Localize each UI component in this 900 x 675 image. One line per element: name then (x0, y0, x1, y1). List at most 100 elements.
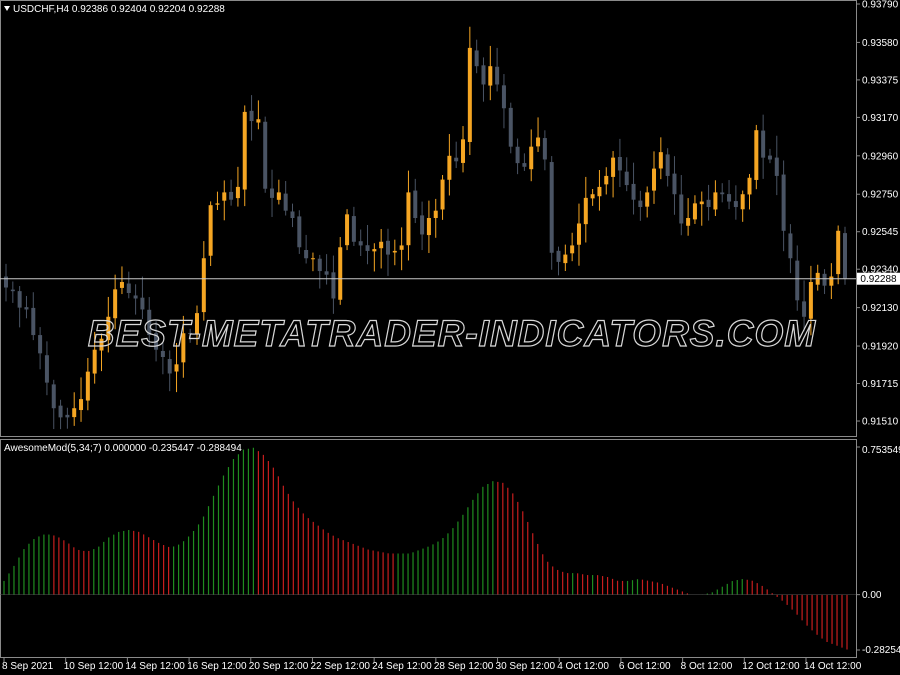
candle-body (822, 273, 827, 286)
candle-body (447, 155, 452, 180)
candle-body (426, 218, 431, 236)
candle-body (310, 258, 315, 260)
candle-body (406, 192, 411, 246)
candle-body (249, 110, 254, 122)
candle-body (474, 50, 479, 67)
candle-body (331, 272, 336, 299)
candle-body (624, 171, 629, 186)
candle-body (631, 183, 636, 200)
candle-body (611, 157, 616, 177)
time-tick-label: 6 Oct 12:00 (619, 661, 671, 672)
candle-body (788, 233, 793, 259)
candle-body (119, 282, 124, 288)
candle-body (563, 254, 568, 264)
price-tick-label: 0.93375 (862, 75, 899, 86)
candle-body (761, 130, 766, 158)
candle-body (604, 175, 609, 185)
candle-body (297, 216, 302, 248)
candle-body (17, 291, 22, 308)
time-tick-label: 4 Oct 12:00 (557, 661, 609, 672)
candle-body (495, 66, 500, 85)
indicator-panel-title: AwesomeMod(5,34;7) 0.000000 -0.235447 -0… (4, 443, 242, 454)
candle-body (795, 260, 800, 301)
candle-body (256, 119, 261, 123)
candle-body (542, 138, 547, 160)
time-tick-label: 14 Oct 12:00 (804, 661, 862, 672)
candle-body (4, 276, 8, 288)
time-tick-label: 28 Sep 12:00 (434, 661, 494, 672)
price-tick-label: 0.92545 (862, 227, 899, 238)
candle-body (72, 408, 77, 418)
candle-body (747, 177, 752, 195)
candle-body (665, 154, 670, 176)
candle-body (767, 155, 772, 160)
candle-body (235, 186, 240, 199)
candle-body (276, 192, 281, 200)
candle-body (10, 289, 15, 292)
time-tick-label: 8 Oct 12:00 (681, 661, 733, 672)
candle-body (727, 194, 732, 202)
candle-body (515, 146, 520, 164)
candle-body (242, 111, 247, 190)
candle-body (597, 186, 602, 197)
candle-body (549, 162, 554, 253)
candle-body (529, 146, 534, 170)
candle-body (781, 174, 786, 231)
price-tick-label: 0.92130 (862, 303, 899, 314)
candle-body (740, 194, 745, 210)
time-tick-label: 16 Sep 12:00 (187, 661, 247, 672)
watermark-text: BEST-METATRADER-INDICATORS.COM (88, 313, 816, 354)
candle-body (733, 201, 738, 208)
candle-body (658, 152, 663, 169)
price-tick-label: 0.93790 (862, 0, 899, 11)
candle-body (590, 194, 595, 199)
candle-body (413, 190, 418, 218)
candle-body (358, 241, 363, 246)
candle-body (65, 414, 70, 418)
candle-body (215, 203, 220, 205)
candle-body (617, 156, 622, 171)
time-tick-label: 10 Sep 12:00 (64, 661, 124, 672)
candle-body (501, 85, 506, 109)
candle-body (317, 258, 322, 272)
candle-body (433, 210, 438, 218)
candle-body (686, 218, 691, 226)
candle-body (706, 199, 711, 208)
price-panel-title: USDCHF,H4 0.92386 0.92404 0.92204 0.9228… (13, 4, 225, 15)
candle-body (536, 137, 541, 147)
candle-body (324, 271, 329, 275)
candle-body (392, 250, 397, 253)
candle-body (679, 194, 684, 224)
price-tick-label: 0.92960 (862, 151, 899, 162)
time-tick-label: 20 Sep 12:00 (249, 661, 309, 672)
candle-body (556, 250, 561, 262)
candle-body (583, 197, 588, 225)
candle-body (85, 371, 90, 401)
candle-body (692, 203, 697, 220)
candle-body (672, 173, 677, 195)
candle-body (174, 364, 179, 372)
time-tick-label: 22 Sep 12:00 (310, 661, 370, 672)
price-tick-label: 0.93580 (862, 38, 899, 49)
candle-body (699, 201, 704, 205)
price-tick-label: 0.91920 (862, 342, 899, 353)
chart-canvas: BEST-METATRADER-INDICATORS.COM USDCHF,H4… (0, 0, 900, 675)
candle-body (488, 66, 493, 86)
candle-body (652, 168, 657, 191)
candle-body (208, 205, 213, 256)
candle-body (420, 215, 425, 235)
candle-body (481, 65, 486, 85)
candle-body (638, 200, 643, 208)
candle-body (201, 258, 206, 313)
candle-body (713, 192, 718, 210)
candle-body (263, 121, 268, 189)
candle-body (399, 245, 404, 250)
price-tick-label: 0.91715 (862, 379, 899, 390)
candle-body (508, 107, 513, 147)
indicator-tick-label: -0.282542 (862, 645, 900, 656)
candle-body (576, 223, 581, 245)
candle-body (304, 250, 309, 259)
current-price-label: 0.92288 (860, 274, 897, 285)
candle-body (140, 297, 145, 310)
candle-body (829, 276, 834, 286)
